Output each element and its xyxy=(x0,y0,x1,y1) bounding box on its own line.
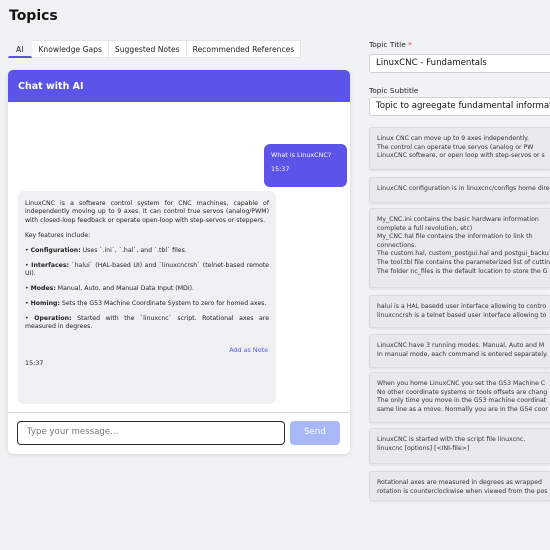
chat-header-title: Chat with AI xyxy=(8,70,350,102)
tab-bar: AI Knowledge Gaps Suggested Notes Recomm… xyxy=(8,40,302,58)
topic-subtitle-label: Topic Subtitle xyxy=(369,86,419,95)
ai-feature-item: • Operation: Started with the `linuxcnc`… xyxy=(25,314,269,331)
ai-feature-item: • Modes: Manual, Auto, and Manual Data I… xyxy=(25,284,195,292)
add-as-note-link[interactable]: Add as Note xyxy=(229,346,268,354)
note-line: No other coordinate systems or tools off… xyxy=(377,388,548,396)
note-card[interactable]: LinuxCNC configuration is in linuxcnc/co… xyxy=(369,177,550,203)
note-line: The tool.tbl file contains the parameter… xyxy=(377,258,550,266)
note-line: The folder nc_files is the default locat… xyxy=(377,267,548,275)
note-card[interactable]: When you home LinuxCNC you set the G53 M… xyxy=(369,372,550,423)
ai-feature-text: Sets the G53 Machine Coordinate System t… xyxy=(61,299,267,307)
note-line: My_CNC.hal file contains the information… xyxy=(377,233,533,241)
topic-title-label-text: Topic Title xyxy=(369,40,406,49)
note-card[interactable]: halui is a HAL basedd user interface all… xyxy=(369,295,550,328)
ai-message-intro: LinuxCNC is a software control system fo… xyxy=(25,200,269,224)
ai-message: LinuxCNC is a software control system fo… xyxy=(18,191,276,404)
page-title: Topics xyxy=(9,8,58,24)
ai-feature-label: Interfaces: xyxy=(31,261,69,269)
note-line: linuxcnc [options] [<INI-file>] xyxy=(377,444,470,452)
note-card[interactable]: Rotational axes are measured in degrees … xyxy=(369,471,550,501)
note-line: LinuxCNC configuration is in linuxcnc/co… xyxy=(377,185,550,192)
note-line: In manual mode, each command is entered … xyxy=(377,350,548,358)
ai-feature-label: Configuration: xyxy=(30,246,81,254)
tab-recommended-references[interactable]: Recommended References xyxy=(186,40,302,58)
ai-feature-label: Homing: xyxy=(30,299,60,307)
note-line: same line as a move. Normally you are in… xyxy=(377,405,548,413)
note-line: When you home LinuxCNC you set the G53 M… xyxy=(377,380,546,387)
required-marker: * xyxy=(408,40,412,49)
note-card[interactable]: Linux CNC can move up to 9 axes independ… xyxy=(369,127,550,170)
note-line: Rotational axes are measured in degrees … xyxy=(377,479,542,486)
tab-suggested-notes[interactable]: Suggested Notes xyxy=(108,40,187,58)
topic-form: Topic Title * LinuxCNC - Fundamentals To… xyxy=(369,40,550,116)
note-line: The control can operate true servos (ana… xyxy=(377,143,534,151)
chat-messages[interactable]: What is LinuxCNC? 15:37 LinuxCNC is a so… xyxy=(8,102,350,412)
send-button[interactable]: Send xyxy=(290,421,340,445)
user-message-time: 15:37 xyxy=(271,165,290,173)
note-line: LinuxCNC is started with the script file… xyxy=(377,436,526,443)
note-card[interactable]: LinuxCNC is started with the script file… xyxy=(369,428,550,464)
note-line: complete a full revolution, etc) xyxy=(377,224,473,232)
ai-features-heading: Key features include: xyxy=(25,231,91,239)
ai-feature-label: Modes: xyxy=(30,284,56,292)
ai-feature-item: • Configuration: Uses `.ini`, `.hal`, an… xyxy=(25,246,187,254)
user-message: What is LinuxCNC? 15:37 xyxy=(264,144,347,187)
note-line: My_CNC.ini contains the basic hardware i… xyxy=(377,216,539,223)
tab-ai[interactable]: AI xyxy=(8,40,33,58)
note-line: rotation is counterclockwise when viewed… xyxy=(377,487,548,495)
topics-page: Topics AI Knowledge Gaps Suggested Notes… xyxy=(0,0,550,550)
note-line: connections. xyxy=(377,241,417,249)
note-line: The only time you move in the G53 machin… xyxy=(377,397,547,405)
topic-title-input[interactable]: LinuxCNC - Fundamentals xyxy=(369,54,550,73)
topic-title-label: Topic Title * xyxy=(369,40,550,49)
tab-knowledge-gaps[interactable]: Knowledge Gaps xyxy=(32,40,109,58)
ai-message-time: 15:37 xyxy=(25,359,44,367)
topic-subtitle-input[interactable]: Topic to agreegate fundamental informati xyxy=(369,97,550,116)
ai-feature-item: • Interfaces: `halui` (HAL-based UI) and… xyxy=(25,261,269,277)
note-line: LinuxCNC have 3 running modes. Manual, A… xyxy=(377,342,545,349)
message-input[interactable]: Type your message... xyxy=(17,421,285,445)
ai-feature-label: Operation: xyxy=(34,314,72,322)
note-line: linuxcncrsh is a telnet based user inter… xyxy=(377,311,547,319)
chat-panel: Chat with AI What is LinuxCNC? 15:37 Lin… xyxy=(8,70,350,454)
ai-feature-item: • Homing: Sets the G53 Machine Coordinat… xyxy=(25,299,267,307)
ai-feature-text: Uses `.ini`, `.hal`, and `.tbl` files. xyxy=(82,246,187,254)
note-card[interactable]: LinuxCNC have 3 running modes. Manual, A… xyxy=(369,334,550,368)
ai-feature-text: Manual, Auto, and Manual Data Input (MDI… xyxy=(57,284,195,292)
user-message-text: What is LinuxCNC? xyxy=(271,151,332,159)
note-line: LinuxCNC software, or open loop with ste… xyxy=(377,152,545,160)
note-card[interactable]: My_CNC.ini contains the basic hardware i… xyxy=(369,208,550,288)
note-line: halui is a HAL basedd user interface all… xyxy=(377,303,547,310)
note-line: Linux CNC can move up to 9 axes independ… xyxy=(377,135,529,142)
chat-divider xyxy=(8,412,350,413)
note-line: The custom.hal, custom_postgui.hal and p… xyxy=(377,250,549,258)
